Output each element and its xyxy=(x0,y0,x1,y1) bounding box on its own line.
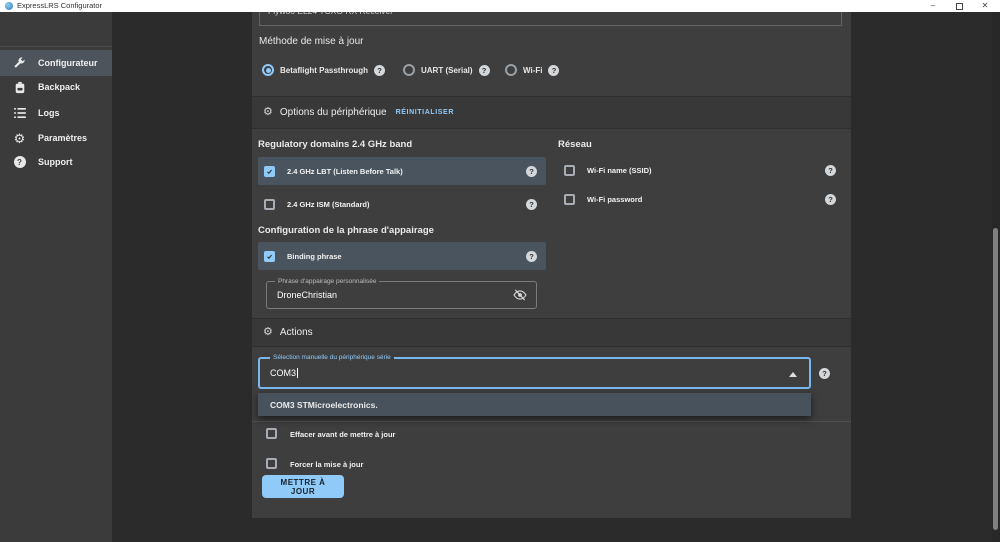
scrollbar-thumb[interactable] xyxy=(993,228,998,530)
help-icon[interactable]: ? xyxy=(526,166,537,177)
checkbox-row-wifi-ssid[interactable]: Wi-Fi name (SSID) ? xyxy=(558,157,845,183)
checkbox-label: 2.4 GHz ISM (Standard) xyxy=(287,200,370,209)
sidebar: Configurateur Backpack Logs ⚙ Paramètres… xyxy=(0,12,112,542)
help-icon[interactable]: ? xyxy=(479,65,490,76)
scrollbar-track[interactable] xyxy=(992,12,1000,542)
checkbox-icon xyxy=(564,165,575,176)
serial-device-dropdown: COM3 STMicroelectronics. xyxy=(258,393,811,416)
checkbox-label: Binding phrase xyxy=(287,252,342,261)
maximize-button[interactable] xyxy=(946,0,972,12)
sidebar-item-label: Configurateur xyxy=(38,58,98,68)
window-controls: – ✕ xyxy=(920,0,998,12)
configurator-panel: Flywoo EL24 TCXO RX Receiver Méthode de … xyxy=(252,12,851,518)
app-logo-icon xyxy=(5,2,13,10)
sidebar-item-label: Backpack xyxy=(38,82,80,92)
restore-icon xyxy=(956,3,963,10)
device-options-header: ⚙ Options du périphérique RÉINITIALISER xyxy=(252,97,851,128)
wrench-icon xyxy=(12,57,27,70)
help-icon[interactable]: ? xyxy=(548,65,559,76)
checkbox-label: 2.4 GHz LBT (Listen Before Talk) xyxy=(287,167,403,176)
checkbox-checked-icon xyxy=(264,251,275,262)
backpack-icon xyxy=(12,81,27,94)
update-button[interactable]: METTRE À JOUR xyxy=(262,475,344,498)
update-method-title: Méthode de mise à jour xyxy=(259,36,364,47)
dropdown-option-com3[interactable]: COM3 STMicroelectronics. xyxy=(258,393,811,416)
serial-device-select-value: COM3 xyxy=(270,359,298,387)
help-icon[interactable]: ? xyxy=(526,251,537,262)
checkbox-checked-icon xyxy=(264,166,275,177)
eye-off-icon[interactable] xyxy=(513,289,527,301)
device-options-title: Options du périphérique xyxy=(280,107,387,118)
radio-selected-icon xyxy=(262,64,274,76)
sidebar-item-logs[interactable]: Logs xyxy=(0,100,112,126)
chevron-up-icon[interactable] xyxy=(789,372,797,377)
sidebar-item-label: Paramètres xyxy=(38,133,87,143)
checkbox-row-ism[interactable]: 2.4 GHz ISM (Standard) ? xyxy=(258,191,546,217)
checkbox-row-binding-phrase[interactable]: Binding phrase ? xyxy=(258,242,546,270)
checkbox-icon xyxy=(564,194,575,205)
radio-label: UART (Serial) xyxy=(421,66,473,75)
checkbox-erase-before-flash[interactable] xyxy=(266,428,277,439)
checkbox-row-wifi-password[interactable]: Wi-Fi password ? xyxy=(558,186,845,212)
gear-icon: ⚙ xyxy=(12,132,27,145)
regulatory-domains-title: Regulatory domains 2.4 GHz band xyxy=(258,139,412,150)
list-icon xyxy=(12,108,27,118)
radio-icon xyxy=(505,64,517,76)
sidebar-item-support[interactable]: ? Support xyxy=(0,149,112,175)
help-icon[interactable]: ? xyxy=(825,165,836,176)
gear-icon: ⚙ xyxy=(263,327,273,338)
sidebar-item-configurator[interactable]: Configurateur xyxy=(0,50,112,76)
network-title: Réseau xyxy=(558,139,592,150)
sidebar-item-backpack[interactable]: Backpack xyxy=(0,74,112,100)
sidebar-item-settings[interactable]: ⚙ Paramètres xyxy=(0,125,112,151)
reset-button[interactable]: RÉINITIALISER xyxy=(396,109,454,116)
radio-label: Wi-Fi xyxy=(523,66,542,75)
radio-betaflight-passthrough[interactable]: Betaflight Passthrough ? xyxy=(262,62,385,78)
help-icon[interactable]: ? xyxy=(825,194,836,205)
minimize-button[interactable]: – xyxy=(920,0,946,12)
text-cursor xyxy=(297,368,298,378)
help-icon[interactable]: ? xyxy=(819,368,830,379)
radio-icon xyxy=(403,64,415,76)
actions-header: ⚙ Actions xyxy=(252,319,851,346)
window-title: ExpressLRS Configurator xyxy=(17,1,102,10)
actions-title: Actions xyxy=(280,327,313,338)
help-icon: ? xyxy=(12,156,27,168)
radio-uart-serial[interactable]: UART (Serial) ? xyxy=(403,62,490,78)
checkbox-label: Forcer la mise à jour xyxy=(290,460,363,469)
divider xyxy=(252,128,851,129)
checkbox-force-flash[interactable] xyxy=(266,458,277,469)
sidebar-item-label: Support xyxy=(38,157,73,167)
divider xyxy=(0,46,112,47)
binding-phrase-input[interactable] xyxy=(277,282,465,308)
device-target-select[interactable]: Flywoo EL24 TCXO RX Receiver xyxy=(259,12,842,26)
checkbox-label: Wi-Fi name (SSID) xyxy=(587,166,652,175)
close-button[interactable]: ✕ xyxy=(972,0,998,12)
binding-phrase-title: Configuration de la phrase d'appairage xyxy=(258,225,434,236)
titlebar: ExpressLRS Configurator – ✕ xyxy=(0,0,1000,12)
device-target-value: Flywoo EL24 TCXO RX Receiver xyxy=(268,12,393,16)
sidebar-item-label: Logs xyxy=(38,108,60,118)
radio-label: Betaflight Passthrough xyxy=(280,66,368,75)
binding-phrase-field: Phrase d'appairage personnalisée xyxy=(266,281,537,309)
divider xyxy=(252,346,851,347)
help-icon[interactable]: ? xyxy=(374,65,385,76)
checkbox-label: Effacer avant de mettre à jour xyxy=(290,430,395,439)
checkbox-label: Wi-Fi password xyxy=(587,195,642,204)
checkbox-row-lbt[interactable]: 2.4 GHz LBT (Listen Before Talk) ? xyxy=(258,157,546,185)
expresslrs-configurator-window: ExpressLRS Configurator – ✕ Configurateu… xyxy=(0,0,1000,542)
radio-wifi[interactable]: Wi-Fi ? xyxy=(505,62,559,78)
divider xyxy=(252,421,851,422)
serial-device-select[interactable]: Sélection manuelle du périphérique série… xyxy=(258,357,811,389)
checkbox-icon xyxy=(264,199,275,210)
help-icon[interactable]: ? xyxy=(526,199,537,210)
gear-icon: ⚙ xyxy=(263,107,273,118)
